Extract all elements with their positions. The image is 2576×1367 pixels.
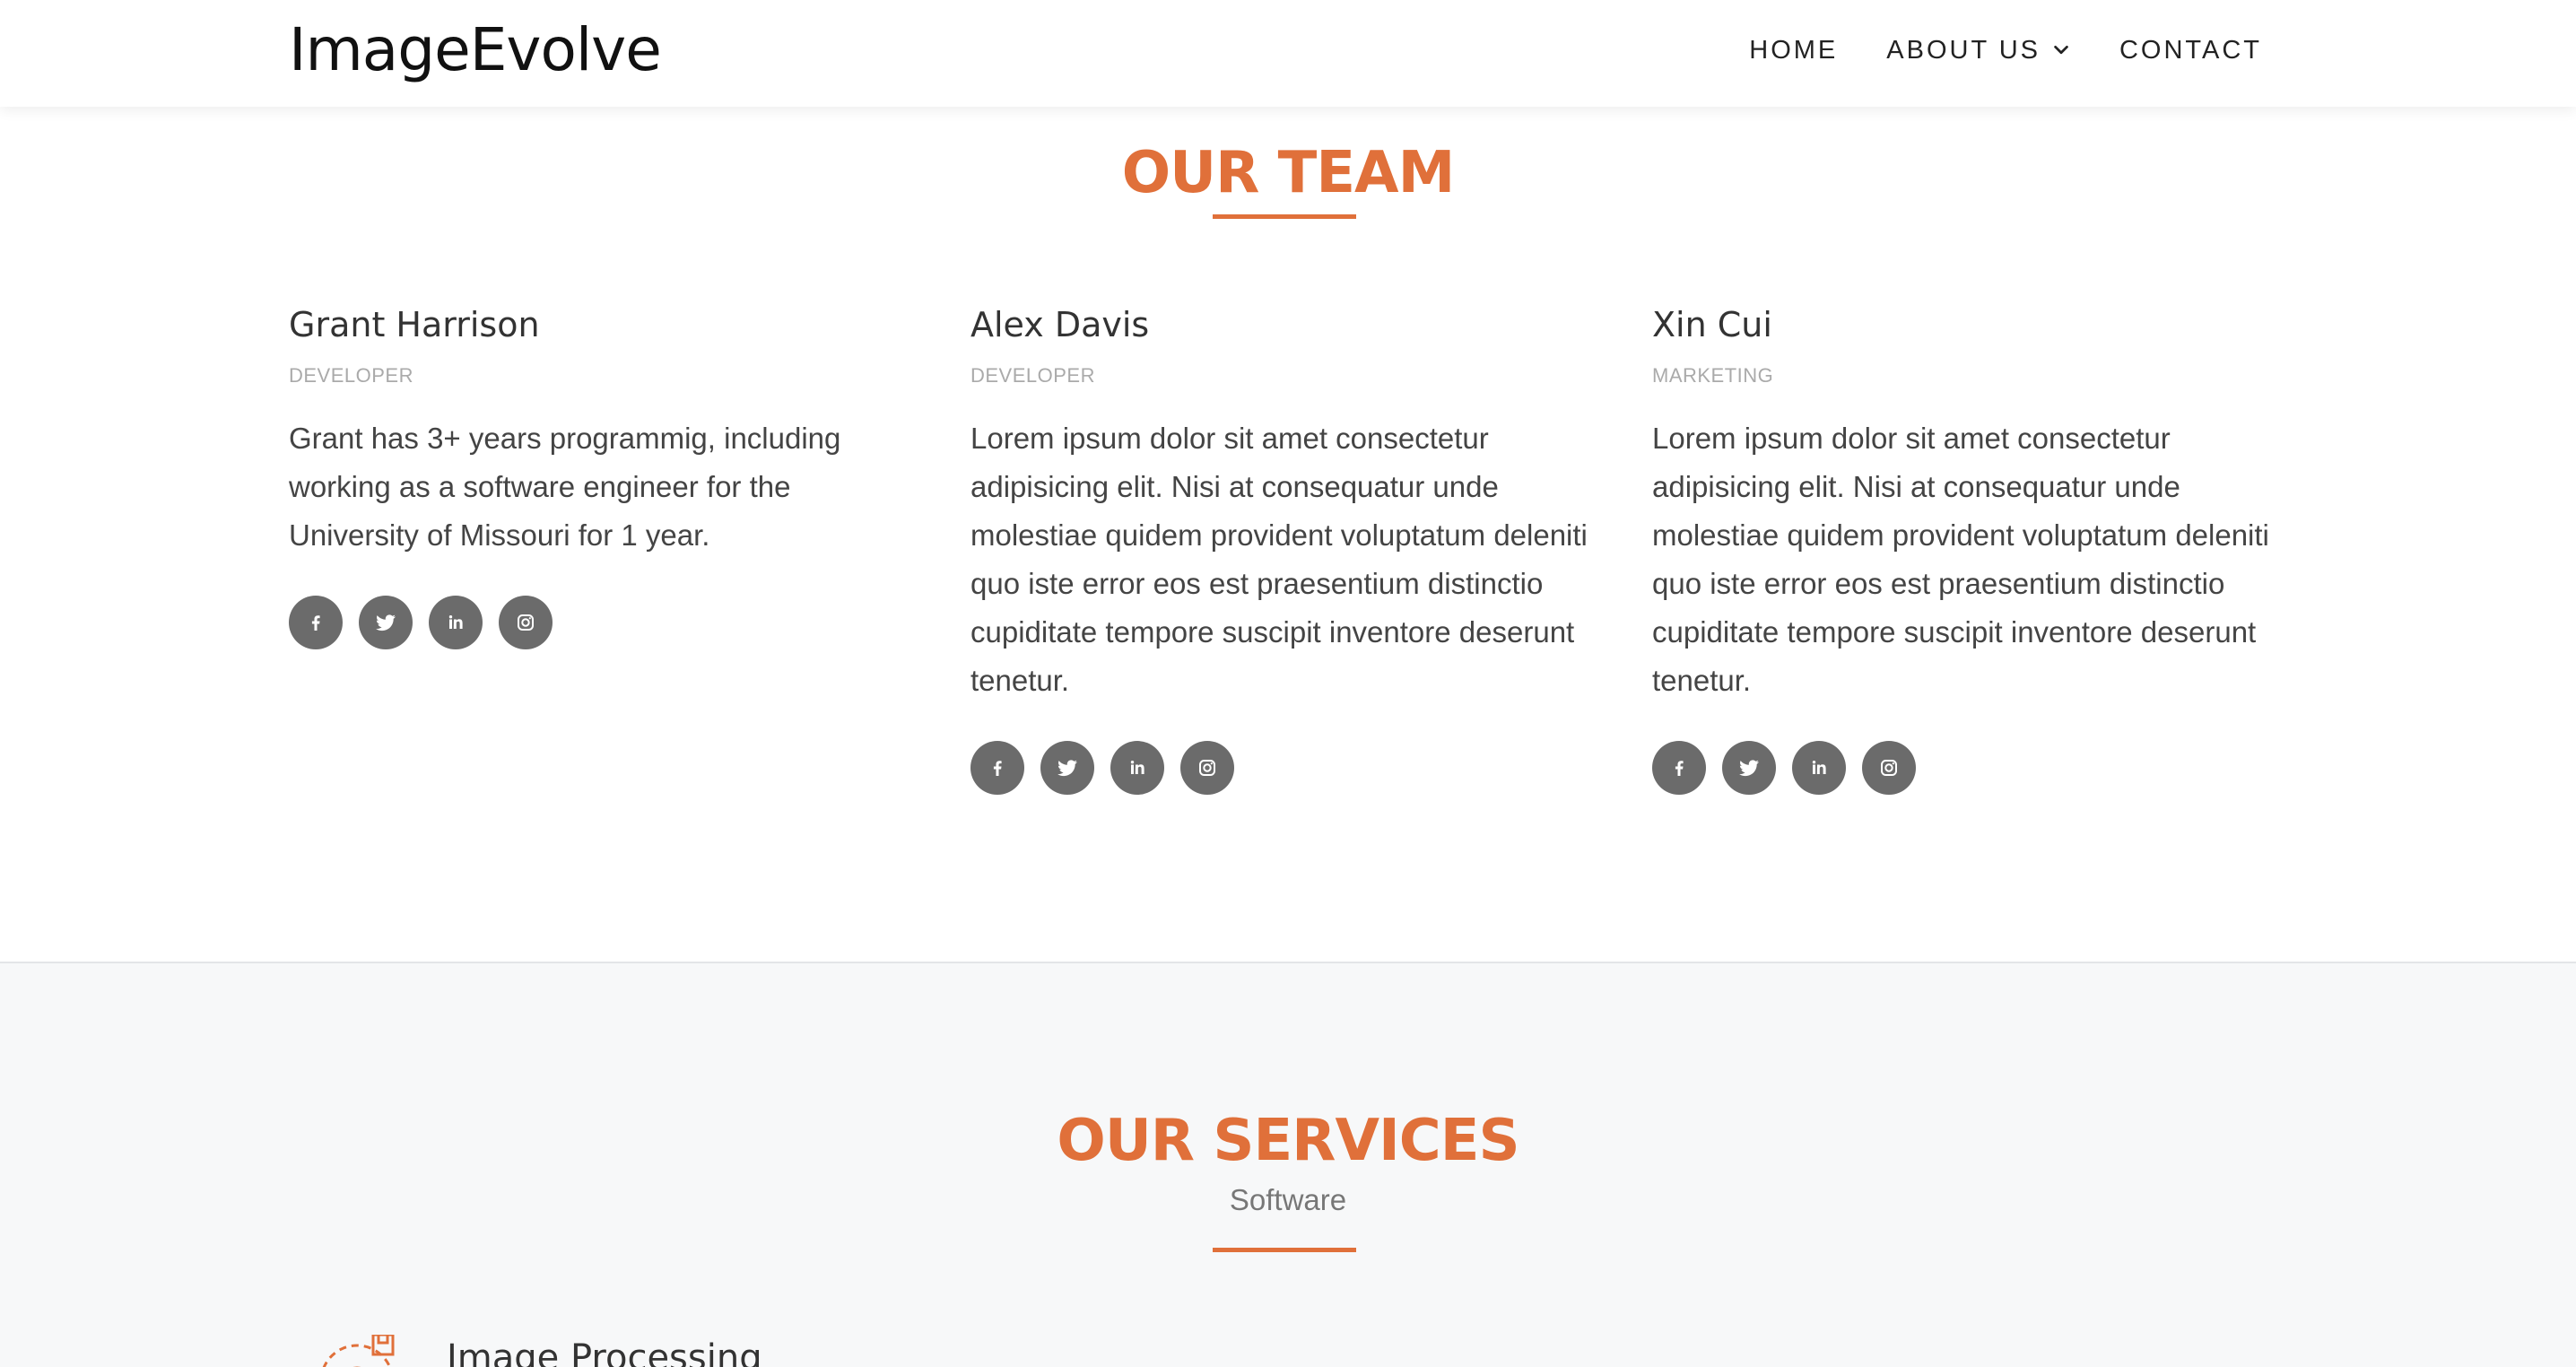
linkedin-icon bbox=[1812, 761, 1826, 774]
team-member-card: Grant Harrison DEVELOPER Grant has 3+ ye… bbox=[289, 300, 908, 649]
member-role: DEVELOPER bbox=[289, 364, 413, 387]
services-section-title: OUR SERVICES bbox=[1057, 1108, 1519, 1174]
instagram-icon bbox=[1199, 760, 1215, 776]
team-member-card: Xin Cui MARKETING Lorem ipsum dolor sit … bbox=[1652, 300, 2271, 795]
team-title-underline bbox=[1213, 214, 1356, 219]
instagram-link[interactable] bbox=[1862, 741, 1916, 795]
member-bio: Grant has 3+ years programmig, including… bbox=[289, 422, 841, 552]
instagram-icon bbox=[1881, 760, 1897, 776]
member-social-links bbox=[289, 596, 908, 649]
instagram-link[interactable] bbox=[1180, 741, 1234, 795]
chevron-down-icon bbox=[2054, 45, 2068, 55]
linkedin-icon bbox=[1130, 761, 1144, 774]
facebook-link[interactable] bbox=[1652, 741, 1706, 795]
services-subtitle: Software bbox=[1229, 1183, 1347, 1216]
member-name: Xin Cui bbox=[1652, 305, 1772, 344]
member-social-links bbox=[1652, 741, 2271, 795]
main-nav: HOME ABOUT US CONTACT bbox=[1749, 32, 2262, 68]
facebook-icon bbox=[311, 615, 320, 631]
instagram-icon bbox=[518, 614, 534, 631]
nav-home-link[interactable]: HOME bbox=[1749, 32, 1838, 68]
twitter-icon bbox=[1739, 760, 1759, 777]
services-title-underline bbox=[1213, 1248, 1356, 1252]
linkedin-link[interactable] bbox=[1792, 741, 1846, 795]
twitter-link[interactable] bbox=[1722, 741, 1776, 795]
member-bio: Lorem ipsum dolor sit amet consectetur a… bbox=[1652, 422, 2269, 697]
twitter-link[interactable] bbox=[359, 596, 413, 649]
nav-contact-link[interactable]: CONTACT bbox=[2119, 32, 2262, 68]
linkedin-link[interactable] bbox=[429, 596, 483, 649]
service-item: Image Processing bbox=[314, 1335, 762, 1367]
member-social-links bbox=[970, 741, 1589, 795]
linkedin-link[interactable] bbox=[1110, 741, 1164, 795]
facebook-icon bbox=[993, 761, 1002, 776]
member-role: MARKETING bbox=[1652, 364, 1774, 387]
service-name: Image Processing bbox=[447, 1337, 762, 1367]
member-name: Grant Harrison bbox=[289, 305, 540, 344]
navbar: ImageEvolve HOME ABOUT US CONTACT bbox=[0, 0, 2576, 107]
nav-about-link[interactable]: ABOUT US bbox=[1886, 32, 2071, 68]
twitter-icon bbox=[1057, 760, 1077, 777]
twitter-link[interactable] bbox=[1040, 741, 1094, 795]
facebook-link[interactable] bbox=[289, 596, 343, 649]
facebook-icon bbox=[1675, 761, 1684, 776]
brand-logo[interactable]: ImageEvolve bbox=[289, 13, 662, 88]
image-processing-icon bbox=[314, 1335, 404, 1367]
facebook-link[interactable] bbox=[970, 741, 1024, 795]
member-role: DEVELOPER bbox=[970, 364, 1095, 387]
member-name: Alex Davis bbox=[970, 305, 1150, 344]
team-section-title: OUR TEAM bbox=[1121, 140, 1456, 206]
member-bio: Lorem ipsum dolor sit amet consectetur a… bbox=[970, 422, 1588, 697]
linkedin-icon bbox=[448, 615, 463, 629]
team-member-card: Alex Davis DEVELOPER Lorem ipsum dolor s… bbox=[970, 300, 1589, 795]
instagram-link[interactable] bbox=[499, 596, 553, 649]
nav-about-label: ABOUT US bbox=[1886, 36, 2041, 65]
twitter-icon bbox=[376, 614, 396, 631]
